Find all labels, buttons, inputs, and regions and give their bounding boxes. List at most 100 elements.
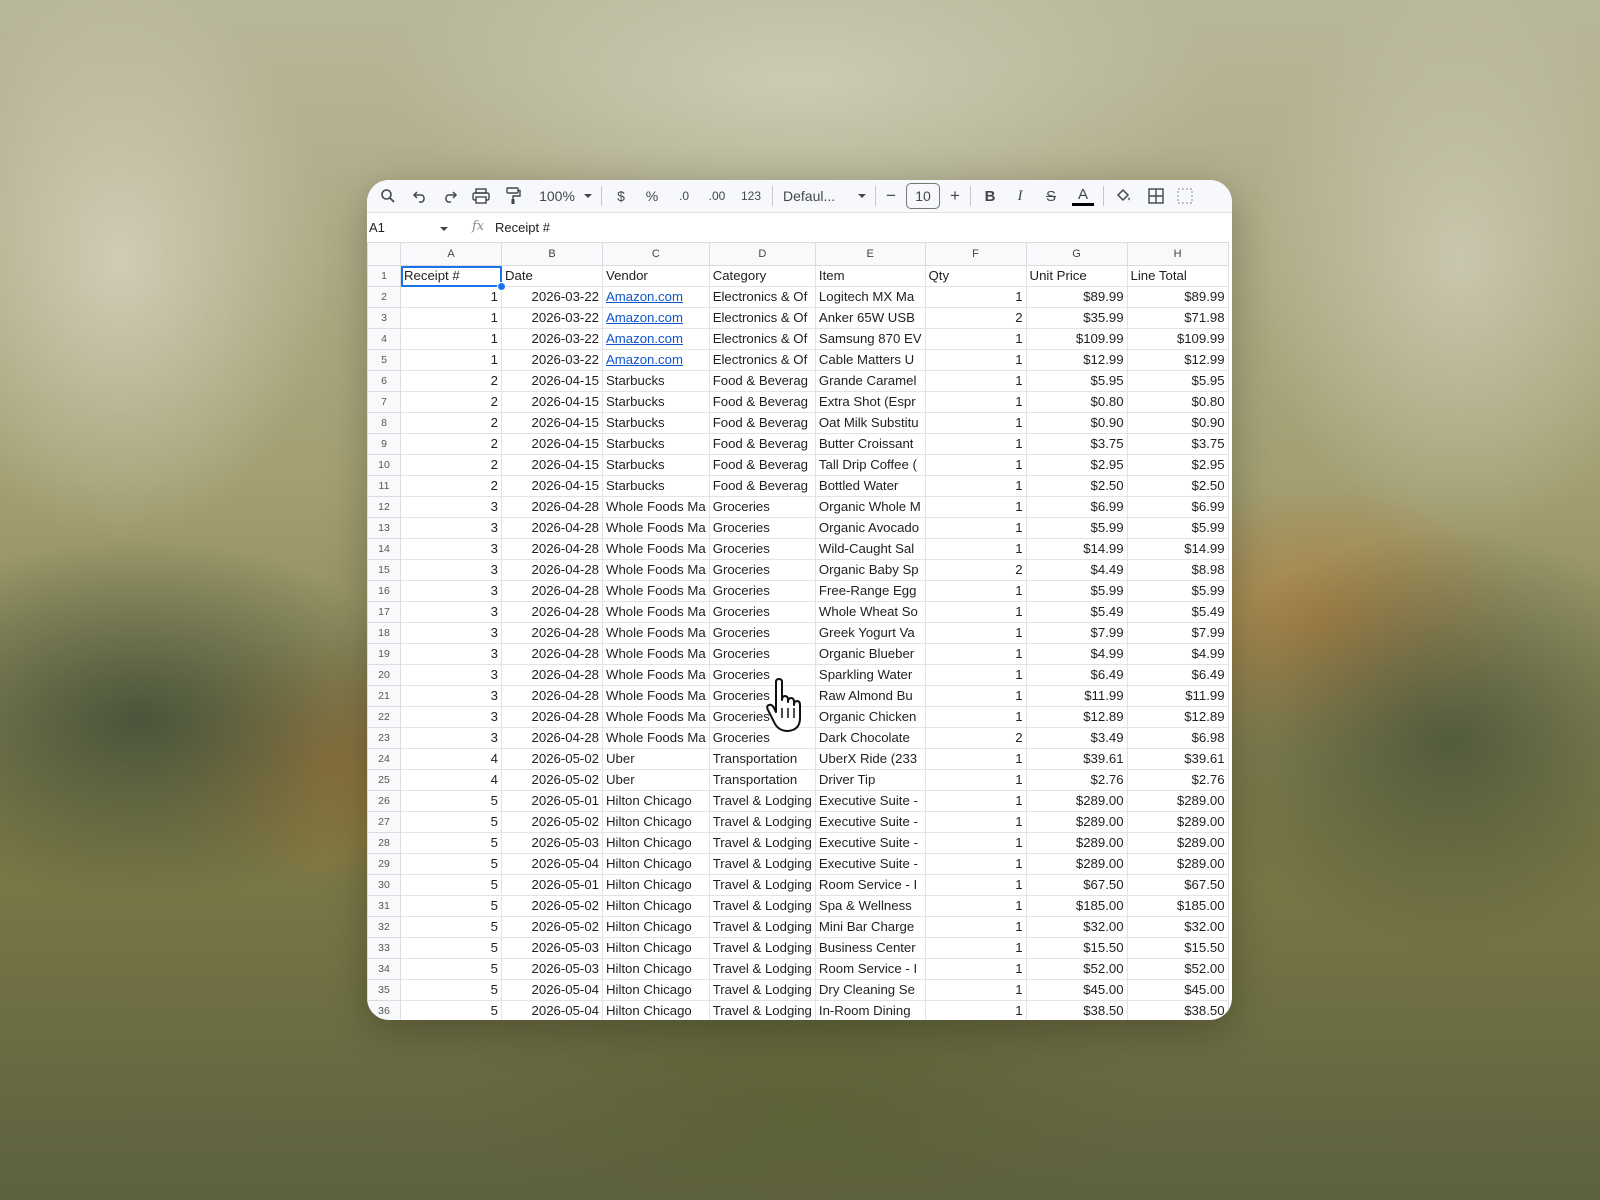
cell-g25[interactable]: $2.76 bbox=[1025, 769, 1128, 791]
cell-h8[interactable]: $0.90 bbox=[1126, 412, 1229, 434]
cell-g16[interactable]: $5.99 bbox=[1025, 580, 1128, 602]
cell-c6[interactable]: Starbucks bbox=[602, 370, 710, 392]
row-header[interactable]: 36 bbox=[367, 1000, 401, 1020]
cell-c7[interactable]: Starbucks bbox=[602, 391, 710, 413]
row-header[interactable]: 20 bbox=[367, 664, 401, 686]
cell-f14[interactable]: 1 bbox=[924, 538, 1027, 560]
cell-f34[interactable]: 1 bbox=[924, 958, 1027, 980]
row-header[interactable]: 29 bbox=[367, 853, 401, 875]
cell-a11[interactable]: 2 bbox=[400, 475, 502, 497]
row-header[interactable]: 21 bbox=[367, 685, 401, 707]
cell-e26[interactable]: Executive Suite - bbox=[814, 790, 926, 812]
cell-c27[interactable]: Hilton Chicago bbox=[602, 811, 710, 833]
increase-decimal-button[interactable]: .00 bbox=[700, 183, 734, 209]
cell-f29[interactable]: 1 bbox=[924, 853, 1027, 875]
cell-d26[interactable]: Travel & Lodging bbox=[708, 790, 816, 812]
cell-b1[interactable]: Date bbox=[501, 265, 603, 287]
cell-e30[interactable]: Room Service - I bbox=[814, 874, 926, 896]
row-header[interactable]: 17 bbox=[367, 601, 401, 623]
cell-d1[interactable]: Category bbox=[708, 265, 816, 287]
cell-f32[interactable]: 1 bbox=[924, 916, 1027, 938]
cell-c13[interactable]: Whole Foods Ma bbox=[602, 517, 710, 539]
cell-d4[interactable]: Electronics & Of bbox=[708, 328, 816, 350]
cell-f10[interactable]: 1 bbox=[924, 454, 1027, 476]
cell-a19[interactable]: 3 bbox=[400, 643, 502, 665]
cell-e6[interactable]: Grande Caramel bbox=[814, 370, 926, 392]
cell-c14[interactable]: Whole Foods Ma bbox=[602, 538, 710, 560]
row-header[interactable]: 1 bbox=[367, 265, 401, 287]
cell-c33[interactable]: Hilton Chicago bbox=[602, 937, 710, 959]
cell-c26[interactable]: Hilton Chicago bbox=[602, 790, 710, 812]
cell-g32[interactable]: $32.00 bbox=[1025, 916, 1128, 938]
cell-g36[interactable]: $38.50 bbox=[1025, 1000, 1128, 1020]
cell-g31[interactable]: $185.00 bbox=[1025, 895, 1128, 917]
cell-h33[interactable]: $15.50 bbox=[1126, 937, 1229, 959]
cell-f6[interactable]: 1 bbox=[924, 370, 1027, 392]
cell-f11[interactable]: 1 bbox=[924, 475, 1027, 497]
merge-cells-icon[interactable] bbox=[1172, 183, 1198, 209]
cell-c23[interactable]: Whole Foods Ma bbox=[602, 727, 710, 749]
cell-h30[interactable]: $67.50 bbox=[1126, 874, 1229, 896]
cell-e32[interactable]: Mini Bar Charge bbox=[814, 916, 926, 938]
cell-b3[interactable]: 2026-03-22 bbox=[501, 307, 603, 329]
cell-g23[interactable]: $3.49 bbox=[1025, 727, 1128, 749]
cell-d30[interactable]: Travel & Lodging bbox=[708, 874, 816, 896]
cell-f27[interactable]: 1 bbox=[924, 811, 1027, 833]
column-header-a[interactable]: A bbox=[400, 242, 502, 266]
cell-h29[interactable]: $289.00 bbox=[1126, 853, 1229, 875]
row-header[interactable]: 26 bbox=[367, 790, 401, 812]
cell-e8[interactable]: Oat Milk Substitu bbox=[814, 412, 926, 434]
cell-f16[interactable]: 1 bbox=[924, 580, 1027, 602]
cell-d32[interactable]: Travel & Lodging bbox=[708, 916, 816, 938]
column-header-h[interactable]: H bbox=[1126, 242, 1229, 266]
increase-font-size-button[interactable]: + bbox=[944, 183, 966, 209]
cell-b10[interactable]: 2026-04-15 bbox=[501, 454, 603, 476]
name-box[interactable]: A1 bbox=[369, 220, 449, 235]
cell-d16[interactable]: Groceries bbox=[708, 580, 816, 602]
cell-a23[interactable]: 3 bbox=[400, 727, 502, 749]
row-header[interactable]: 27 bbox=[367, 811, 401, 833]
cell-h28[interactable]: $289.00 bbox=[1126, 832, 1229, 854]
cell-b12[interactable]: 2026-04-28 bbox=[501, 496, 603, 518]
cell-a10[interactable]: 2 bbox=[400, 454, 502, 476]
fill-color-icon[interactable] bbox=[1108, 183, 1140, 209]
cell-h26[interactable]: $289.00 bbox=[1126, 790, 1229, 812]
row-header[interactable]: 15 bbox=[367, 559, 401, 581]
cell-b33[interactable]: 2026-05-03 bbox=[501, 937, 603, 959]
cell-f21[interactable]: 1 bbox=[924, 685, 1027, 707]
cell-g26[interactable]: $289.00 bbox=[1025, 790, 1128, 812]
cell-b2[interactable]: 2026-03-22 bbox=[501, 286, 603, 308]
row-header[interactable]: 35 bbox=[367, 979, 401, 1001]
undo-icon[interactable] bbox=[405, 183, 435, 209]
row-header[interactable]: 10 bbox=[367, 454, 401, 476]
chevron-down-icon[interactable] bbox=[853, 183, 871, 209]
row-header[interactable]: 14 bbox=[367, 538, 401, 560]
cell-e17[interactable]: Whole Wheat So bbox=[814, 601, 926, 623]
cell-d11[interactable]: Food & Beverag bbox=[708, 475, 816, 497]
cell-a6[interactable]: 2 bbox=[400, 370, 502, 392]
cell-e29[interactable]: Executive Suite - bbox=[814, 853, 926, 875]
cell-g17[interactable]: $5.49 bbox=[1025, 601, 1128, 623]
cell-h32[interactable]: $32.00 bbox=[1126, 916, 1229, 938]
cell-b8[interactable]: 2026-04-15 bbox=[501, 412, 603, 434]
cell-a25[interactable]: 4 bbox=[400, 769, 502, 791]
cell-g22[interactable]: $12.89 bbox=[1025, 706, 1128, 728]
cell-c17[interactable]: Whole Foods Ma bbox=[602, 601, 710, 623]
cell-b22[interactable]: 2026-04-28 bbox=[501, 706, 603, 728]
cell-g9[interactable]: $3.75 bbox=[1025, 433, 1128, 455]
cell-d29[interactable]: Travel & Lodging bbox=[708, 853, 816, 875]
column-header-b[interactable]: B bbox=[501, 242, 603, 266]
cell-f22[interactable]: 1 bbox=[924, 706, 1027, 728]
cell-e11[interactable]: Bottled Water bbox=[814, 475, 926, 497]
cell-a12[interactable]: 3 bbox=[400, 496, 502, 518]
cell-h24[interactable]: $39.61 bbox=[1126, 748, 1229, 770]
cell-d12[interactable]: Groceries bbox=[708, 496, 816, 518]
cell-e19[interactable]: Organic Blueber bbox=[814, 643, 926, 665]
cell-b32[interactable]: 2026-05-02 bbox=[501, 916, 603, 938]
bold-button[interactable]: B bbox=[975, 183, 1005, 209]
cell-c10[interactable]: Starbucks bbox=[602, 454, 710, 476]
cell-d31[interactable]: Travel & Lodging bbox=[708, 895, 816, 917]
cell-c16[interactable]: Whole Foods Ma bbox=[602, 580, 710, 602]
cell-c28[interactable]: Hilton Chicago bbox=[602, 832, 710, 854]
cell-b30[interactable]: 2026-05-01 bbox=[501, 874, 603, 896]
